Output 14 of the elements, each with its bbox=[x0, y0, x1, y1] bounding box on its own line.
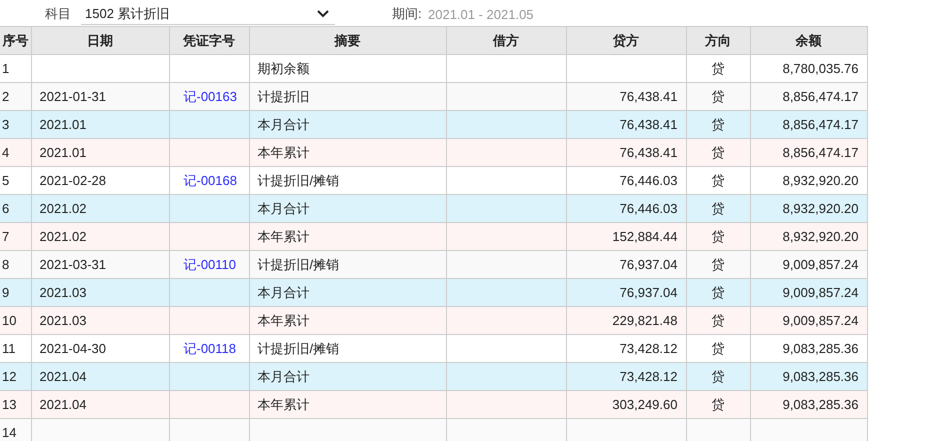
column-header: 贷方 bbox=[566, 26, 686, 54]
column-header: 摘要 bbox=[249, 26, 446, 54]
subject-dropdown[interactable]: 1502 累计折旧 bbox=[81, 3, 335, 25]
column-header: 序号 bbox=[0, 26, 31, 54]
column-header: 日期 bbox=[31, 26, 169, 54]
column-header: 凭证字号 bbox=[169, 26, 249, 54]
subject-label: 科目 bbox=[45, 5, 72, 23]
table-cell: 14 bbox=[0, 418, 31, 441]
column-header: 借方 bbox=[446, 26, 566, 54]
chevron-down-icon bbox=[317, 10, 329, 18]
column-header: 余额 bbox=[750, 26, 867, 54]
period-label: 期间: bbox=[392, 5, 423, 23]
column-header: 方向 bbox=[686, 26, 750, 54]
period-value: 2021.01 - 2021.05 bbox=[428, 6, 534, 22]
